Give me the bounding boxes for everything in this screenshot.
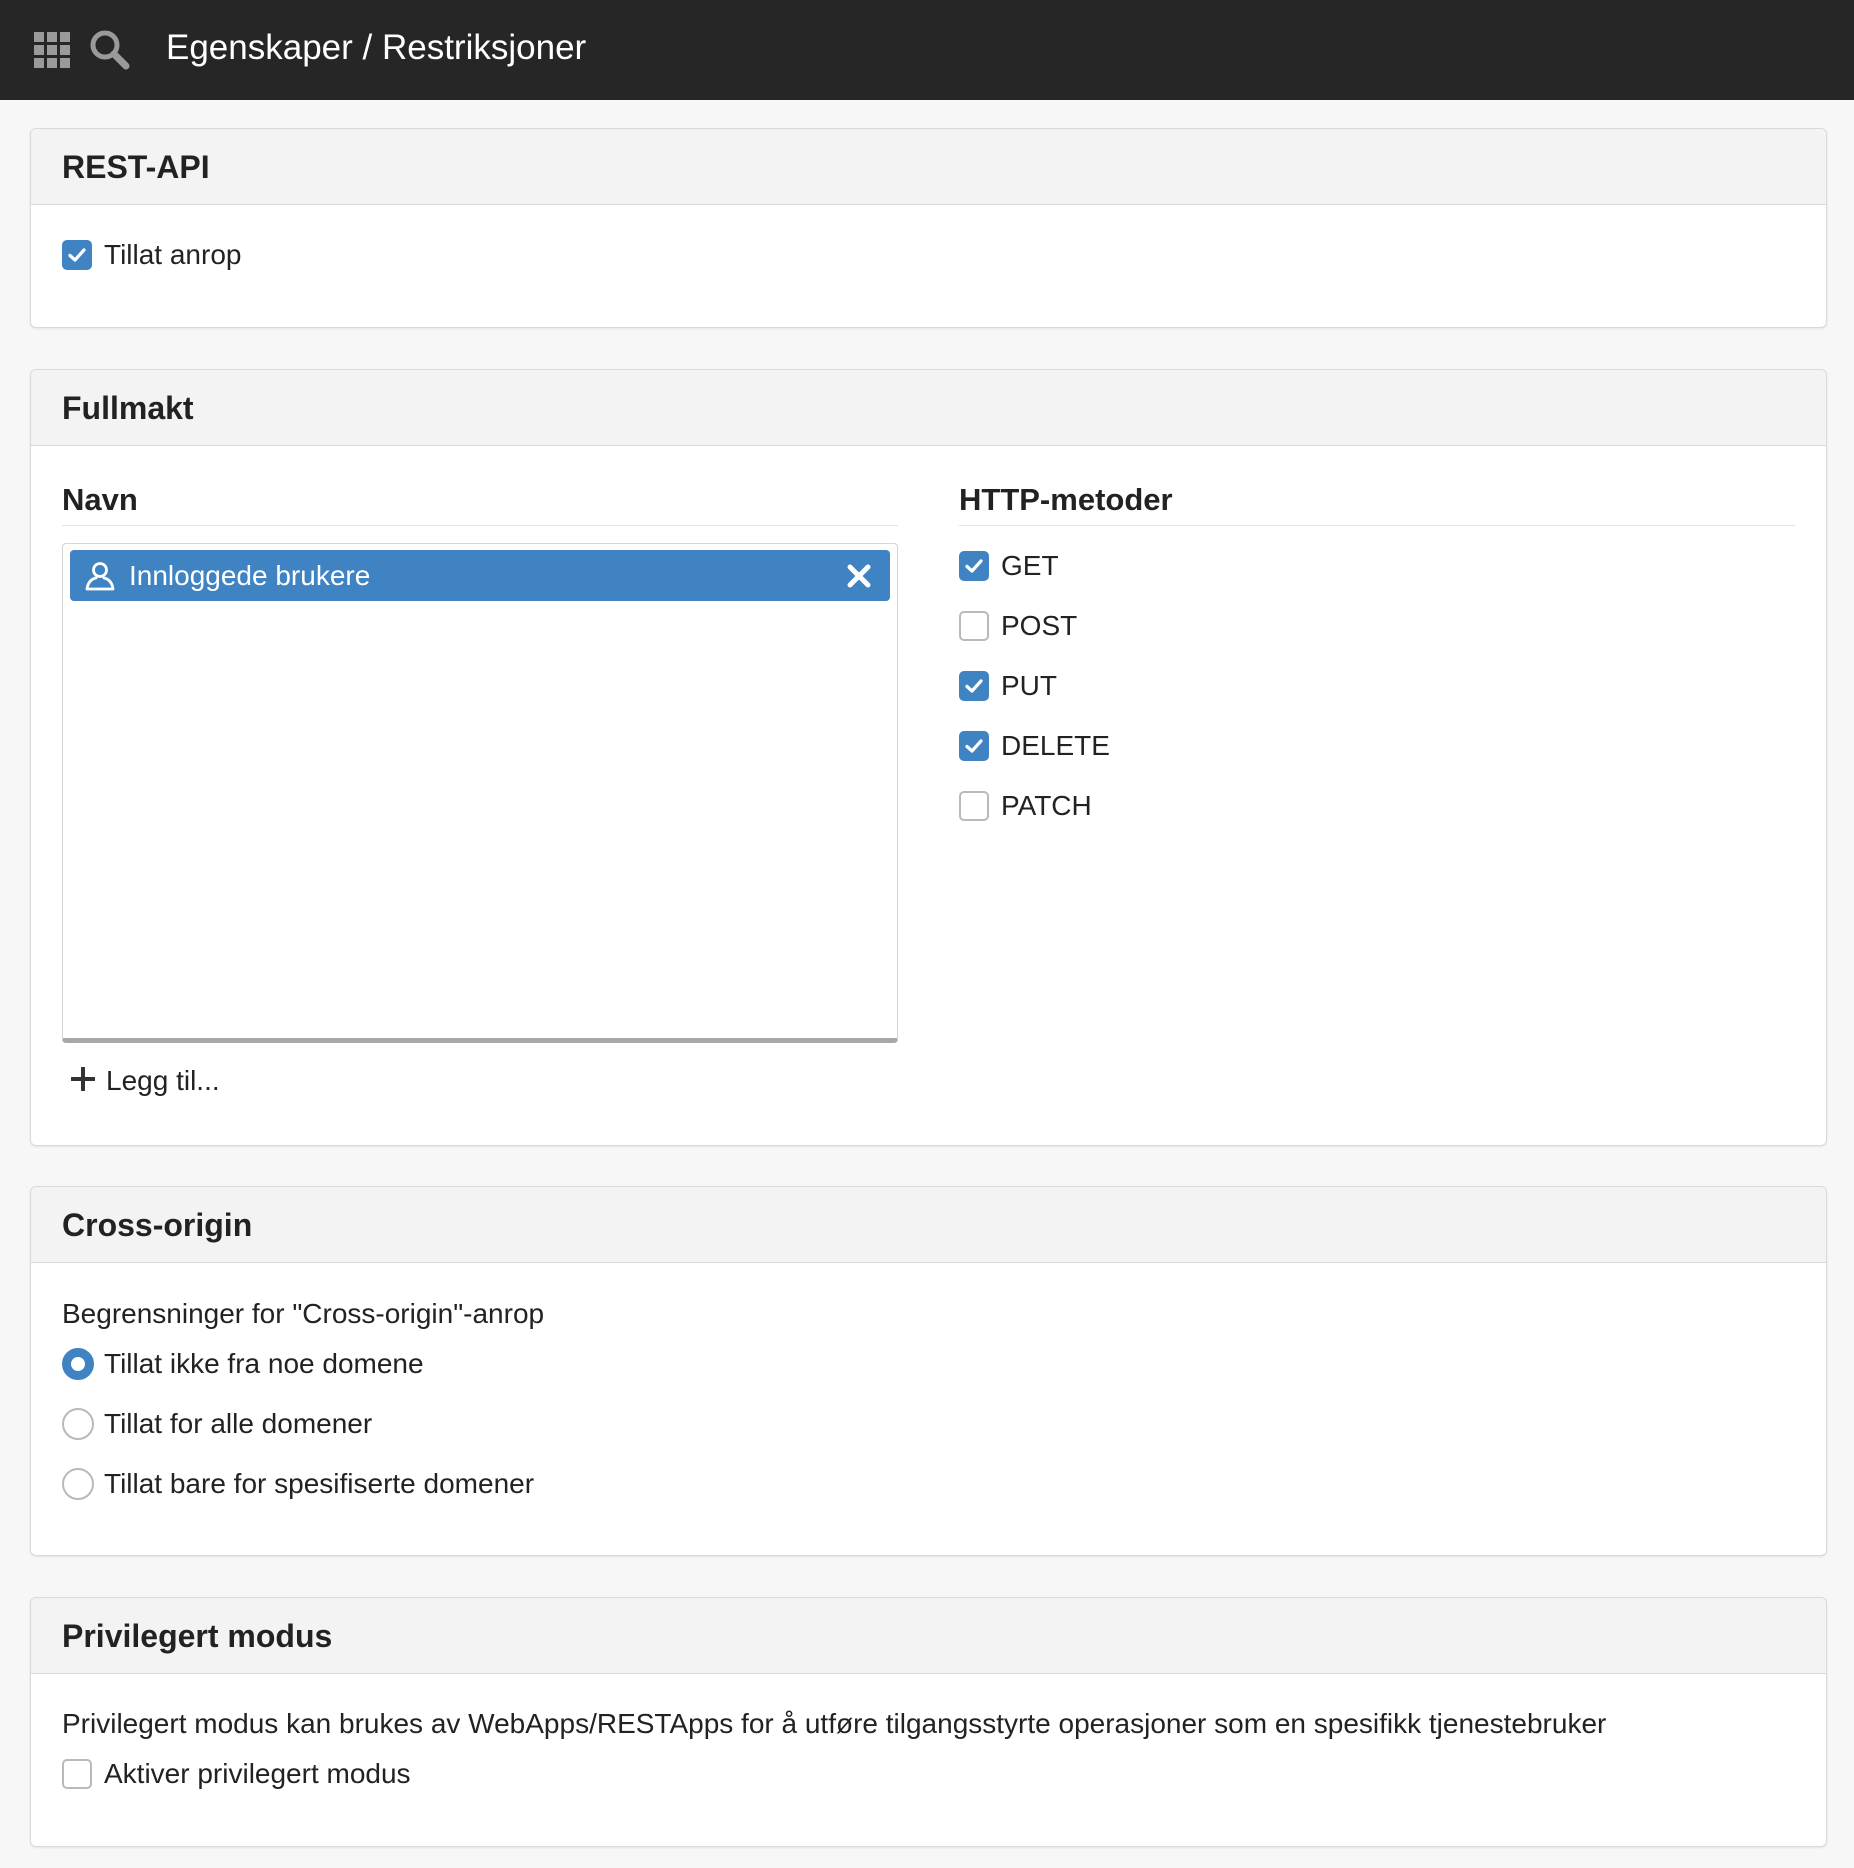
check-icon <box>965 679 983 693</box>
check-icon <box>965 559 983 573</box>
cross-origin-description: Begrensninger for "Cross-origin"-anrop <box>62 1298 545 1329</box>
name-column-title: Navn <box>62 482 138 517</box>
privileged-mode-panel: Privilegert modus Privilegert modus kan … <box>30 1597 1827 1847</box>
method-post-checkbox[interactable] <box>959 611 989 641</box>
radio-allow-specified-label[interactable]: Tillat bare for spesifiserte domener <box>104 1467 534 1501</box>
search-icon[interactable] <box>88 28 130 70</box>
fullmakt-panel-header: Fullmakt <box>31 370 1826 446</box>
radio-allow-specified[interactable] <box>62 1468 94 1500</box>
plus-icon <box>71 1067 95 1091</box>
user-icon <box>85 562 115 591</box>
method-get-label[interactable]: GET <box>1001 549 1059 583</box>
method-patch-checkbox[interactable] <box>959 791 989 821</box>
page-title: Egenskaper / Restriksjoner <box>166 28 587 67</box>
fullmakt-title: Fullmakt <box>62 390 194 426</box>
radio-deny-all[interactable] <box>62 1348 94 1380</box>
cross-origin-panel-header: Cross-origin <box>31 1187 1826 1263</box>
list-item-label: Innloggede brukere <box>129 560 371 591</box>
add-label: Legg til... <box>106 1065 220 1096</box>
method-get-checkbox[interactable] <box>959 551 989 581</box>
privileged-mode-panel-header: Privilegert modus <box>31 1598 1826 1674</box>
http-methods-column-divider <box>959 525 1795 526</box>
privileged-mode-title: Privilegert modus <box>62 1618 333 1654</box>
fullmakt-panel: Fullmakt Navn Innloggede brukere Legg ti… <box>30 369 1827 1146</box>
method-delete-checkbox[interactable] <box>959 731 989 761</box>
rest-api-panel-header: REST-API <box>31 129 1826 205</box>
name-column-divider <box>62 525 898 526</box>
radio-allow-all[interactable] <box>62 1408 94 1440</box>
method-put-checkbox[interactable] <box>959 671 989 701</box>
rest-api-title: REST-API <box>62 149 210 185</box>
method-patch-label[interactable]: PATCH <box>1001 789 1092 823</box>
enable-privileged-mode-label[interactable]: Aktiver privilegert modus <box>104 1757 411 1791</box>
radio-deny-all-label[interactable]: Tillat ikke fra noe domene <box>104 1347 424 1381</box>
check-icon <box>68 248 86 262</box>
check-icon <box>965 739 983 753</box>
rest-api-panel: REST-API Tillat anrop <box>30 128 1827 328</box>
grid-icon[interactable] <box>34 32 70 68</box>
cross-origin-panel: Cross-origin Begrensninger for "Cross-or… <box>30 1186 1827 1556</box>
list-item-logged-in-users[interactable]: Innloggede brukere <box>70 550 890 601</box>
enable-privileged-mode-checkbox[interactable] <box>62 1759 92 1789</box>
cross-origin-title: Cross-origin <box>62 1207 253 1243</box>
http-methods-column-title: HTTP-metoder <box>959 482 1173 517</box>
method-post-label[interactable]: POST <box>1001 609 1077 643</box>
close-icon[interactable] <box>846 563 872 589</box>
privileged-mode-description: Privilegert modus kan brukes av WebApps/… <box>62 1708 1607 1739</box>
method-put-label[interactable]: PUT <box>1001 669 1057 703</box>
name-listbox[interactable]: Innloggede brukere <box>62 543 898 1043</box>
allow-calls-label[interactable]: Tillat anrop <box>104 238 241 272</box>
allow-calls-checkbox[interactable] <box>62 240 92 270</box>
radio-allow-all-label[interactable]: Tillat for alle domener <box>104 1407 372 1441</box>
top-bar: Egenskaper / Restriksjoner <box>0 0 1854 100</box>
method-delete-label[interactable]: DELETE <box>1001 729 1110 763</box>
